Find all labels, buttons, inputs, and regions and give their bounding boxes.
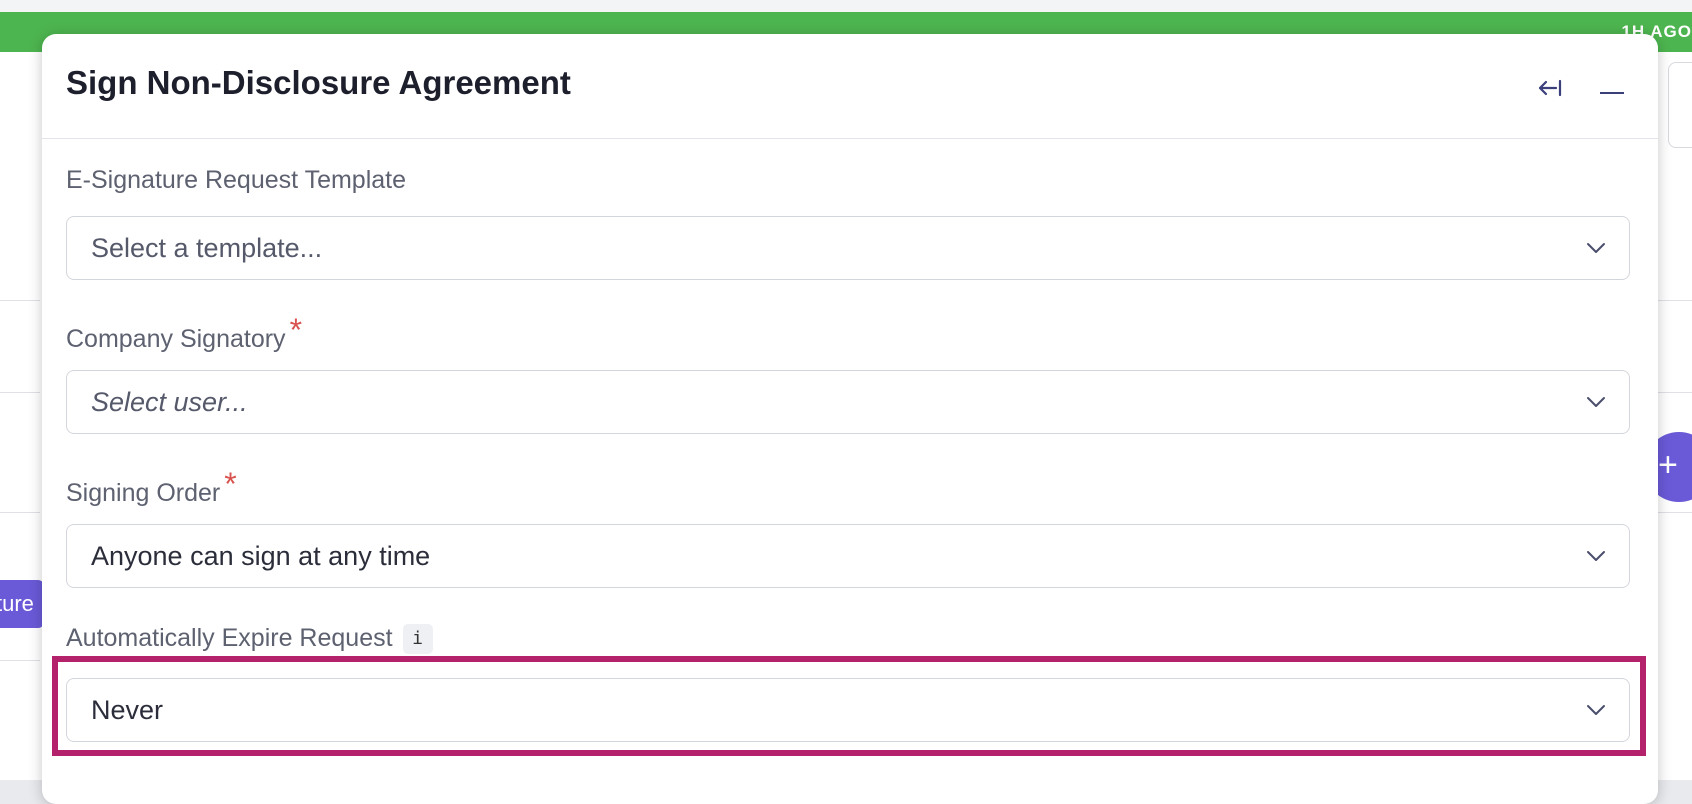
- expire-request-label-text: Automatically Expire Request: [66, 624, 393, 652]
- template-label: E-Signature Request Template: [66, 166, 406, 195]
- background-divider: [1652, 512, 1692, 513]
- background-divider: [1652, 392, 1692, 393]
- template-select[interactable]: Select a template...: [66, 216, 1630, 280]
- expire-request-select-value: Never: [91, 695, 164, 725]
- expire-request-select[interactable]: Never: [66, 678, 1630, 742]
- modal-header: Sign Non-Disclosure Agreement: [42, 34, 1658, 139]
- chevron-down-icon: [1587, 705, 1605, 715]
- chevron-down-icon: [1587, 397, 1605, 407]
- info-icon[interactable]: i: [402, 624, 433, 654]
- plus-icon: +: [1658, 446, 1678, 484]
- expire-request-label: Automatically Expire Request i: [66, 624, 433, 656]
- background-divider: [0, 660, 40, 661]
- arrow-left-to-line-icon: [1538, 79, 1562, 97]
- template-select-value: Select a template...: [91, 233, 323, 263]
- minimize-icon: [1600, 92, 1624, 94]
- signatory-select[interactable]: Select user...: [66, 370, 1630, 434]
- modal-title: Sign Non-Disclosure Agreement: [66, 64, 571, 101]
- signatory-select-value: Select user...: [91, 387, 248, 417]
- required-asterisk: *: [224, 466, 237, 502]
- signing-order-select[interactable]: Anyone can sign at any time: [66, 524, 1630, 588]
- required-asterisk: *: [289, 312, 303, 348]
- minimize-button[interactable]: [1592, 70, 1628, 106]
- background-right-box[interactable]: [1668, 62, 1692, 148]
- signing-order-select-value: Anyone can sign at any time: [91, 541, 431, 571]
- background-divider: [0, 300, 40, 301]
- background-top-bar: [0, 0, 1692, 12]
- signing-order-label: Signing Order *: [66, 466, 237, 509]
- background-signature-tab-label: ture: [0, 591, 34, 616]
- collapse-panel-button[interactable]: [1532, 70, 1568, 106]
- signatory-label: Company Signatory *: [66, 312, 302, 355]
- background-divider: [0, 392, 40, 393]
- background-signature-tab[interactable]: ture: [0, 580, 44, 628]
- signatory-label-text: Company Signatory: [66, 325, 286, 353]
- sign-nda-modal: Sign Non-Disclosure Agreement E-Signatur…: [42, 34, 1658, 804]
- chevron-down-icon: [1587, 243, 1605, 253]
- chevron-down-icon: [1587, 551, 1605, 561]
- background-divider: [0, 512, 40, 513]
- background-divider: [1652, 300, 1692, 301]
- signing-order-label-text: Signing Order: [66, 479, 221, 507]
- template-label-text: E-Signature Request Template: [66, 166, 407, 194]
